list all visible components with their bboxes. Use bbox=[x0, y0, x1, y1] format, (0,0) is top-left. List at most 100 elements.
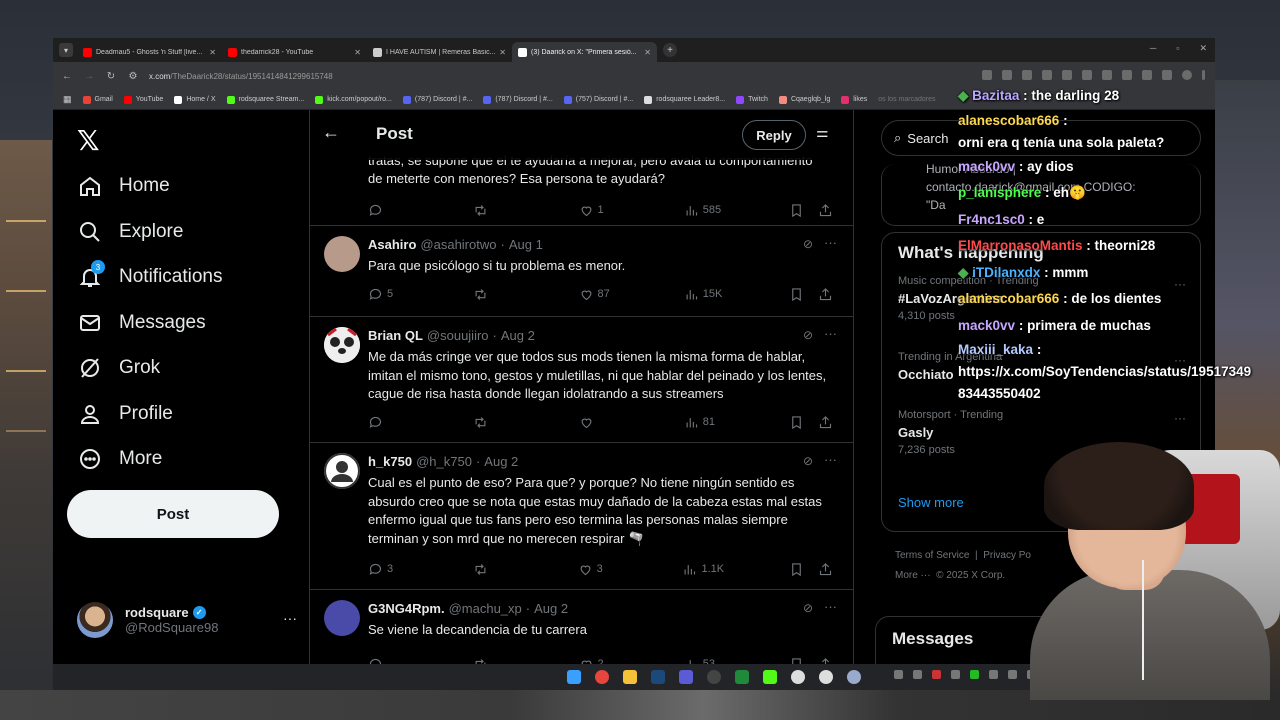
bookmark-item[interactable]: Cqaeglqb_lg bbox=[778, 95, 830, 104]
tweet-date[interactable]: Aug 2 bbox=[534, 601, 568, 616]
repost-button[interactable] bbox=[473, 203, 513, 218]
avatar[interactable] bbox=[324, 600, 360, 636]
browser-tab[interactable]: Deadmau5 - Ghosts 'n Stuff [live... ✕ bbox=[77, 42, 222, 62]
repost-button[interactable] bbox=[473, 287, 513, 302]
reply-button[interactable] bbox=[368, 415, 408, 430]
new-tab-button[interactable]: + bbox=[663, 43, 677, 57]
extension-icon[interactable] bbox=[1122, 70, 1132, 80]
nav-item-profile[interactable]: Profile bbox=[77, 394, 173, 434]
reply-button[interactable]: 5 bbox=[368, 287, 408, 302]
bookmark-item[interactable]: (787) Discord | #... bbox=[402, 95, 472, 104]
post-button[interactable]: Post bbox=[67, 490, 279, 538]
close-tab-icon[interactable]: ✕ bbox=[644, 48, 651, 57]
bookmark-icon[interactable] bbox=[789, 415, 804, 430]
close-tab-icon[interactable]: ✕ bbox=[354, 48, 361, 57]
tweet-date[interactable]: Aug 1 bbox=[509, 237, 543, 252]
like-button[interactable]: 3 bbox=[578, 562, 618, 577]
account-switcher[interactable]: rodsquare ✓ @RodSquare98 ··· bbox=[77, 598, 297, 642]
author-handle[interactable]: @machu_xp bbox=[449, 601, 522, 616]
reply-button[interactable] bbox=[368, 203, 408, 218]
tray-icon[interactable] bbox=[970, 670, 979, 679]
author-handle[interactable]: @souujiiro bbox=[427, 328, 489, 343]
tray-icon[interactable] bbox=[989, 670, 998, 679]
browser-tab[interactable]: (3) Daarick on X: "Primera sesió... ✕ bbox=[512, 42, 657, 62]
author-handle[interactable]: @asahirotwo bbox=[420, 237, 496, 252]
share-icon[interactable] bbox=[818, 203, 833, 218]
app-icon[interactable] bbox=[819, 670, 833, 684]
kick-icon[interactable] bbox=[763, 670, 777, 684]
extension-icon[interactable] bbox=[1002, 70, 1012, 80]
nav-item-messages[interactable]: Messages bbox=[77, 303, 206, 343]
extension-icon[interactable] bbox=[1082, 70, 1092, 80]
trend-item[interactable]: Motorsport · Trending Gasly 7,236 posts bbox=[898, 409, 1003, 456]
like-button[interactable]: 87 bbox=[579, 287, 619, 302]
more-dots-icon[interactable]: ··· bbox=[824, 326, 837, 341]
avatar[interactable] bbox=[324, 327, 360, 363]
author-name[interactable]: h_k750 bbox=[368, 454, 412, 469]
x-logo-icon[interactable]: 𝕏 bbox=[77, 124, 100, 157]
views-stat[interactable]: 81 bbox=[684, 415, 724, 430]
obs-icon[interactable] bbox=[707, 670, 721, 684]
minimize-icon[interactable]: ─ bbox=[1150, 43, 1156, 54]
bookmark-item[interactable]: Gmail bbox=[82, 95, 113, 104]
browser-tab[interactable]: I HAVE AUTISM | Remeras Basic... ✕ bbox=[367, 42, 512, 62]
nav-item-explore[interactable]: Explore bbox=[77, 212, 183, 252]
tray-icon[interactable] bbox=[913, 670, 922, 679]
extension-icon[interactable] bbox=[1042, 70, 1052, 80]
author-name[interactable]: G3NG4Rpm. bbox=[368, 601, 445, 616]
reply-tweet[interactable]: h_k750 @h_k750 · Aug 2 ⊘ ··· Cual es el punto … bbox=[310, 443, 853, 590]
share-icon[interactable] bbox=[818, 562, 833, 577]
footer-more-link[interactable]: More ··· bbox=[895, 570, 931, 581]
extension-icon[interactable] bbox=[1022, 70, 1032, 80]
bookmark-icon[interactable] bbox=[789, 203, 804, 218]
back-nav-icon[interactable]: ← bbox=[59, 71, 75, 82]
bookmark-icon[interactable] bbox=[789, 287, 804, 302]
more-dots-icon[interactable]: ··· bbox=[824, 452, 837, 467]
views-stat[interactable]: 1.1K bbox=[682, 562, 724, 577]
grok-explain-icon[interactable]: ⊘ bbox=[803, 601, 813, 615]
avatar[interactable] bbox=[324, 236, 360, 272]
nav-item-grok[interactable]: Grok bbox=[77, 348, 160, 388]
tray-icon[interactable] bbox=[932, 670, 941, 679]
chrome-icon[interactable] bbox=[595, 670, 609, 684]
bookmark-item[interactable]: YouTube bbox=[123, 95, 163, 104]
close-tab-icon[interactable]: ✕ bbox=[499, 48, 506, 57]
bookmark-item[interactable]: Twitch bbox=[736, 95, 768, 104]
sort-replies-icon[interactable]: ⚌ bbox=[816, 124, 829, 141]
repost-button[interactable] bbox=[473, 562, 513, 577]
reply-button[interactable]: 3 bbox=[368, 562, 408, 577]
share-icon[interactable] bbox=[818, 415, 833, 430]
extension-icon[interactable] bbox=[1142, 70, 1152, 80]
file-explorer-icon[interactable] bbox=[623, 670, 637, 684]
reload-icon[interactable]: ↻ bbox=[103, 71, 119, 82]
bookmark-icon[interactable] bbox=[789, 562, 804, 577]
windows-start-icon[interactable] bbox=[567, 670, 581, 684]
nav-item-home[interactable]: Home bbox=[77, 166, 170, 206]
close-window-icon[interactable]: ✕ bbox=[1199, 43, 1207, 54]
site-info-icon[interactable]: ⚙ bbox=[125, 71, 141, 82]
reply-tweet[interactable]: Brian QL @souujiiro · Aug 2 ⊘ ··· Me da más cr… bbox=[310, 317, 853, 443]
views-stat[interactable]: 585 bbox=[684, 203, 724, 218]
tray-icon[interactable] bbox=[894, 670, 903, 679]
bookmark-item[interactable]: (757) Discord | #... bbox=[563, 95, 633, 104]
reply-button[interactable]: Reply bbox=[742, 120, 806, 150]
partial-reply[interactable]: tratas, se supone que el te ayudaría a m… bbox=[310, 153, 853, 226]
tab-search-icon[interactable]: ▾ bbox=[59, 43, 73, 57]
extension-icon[interactable] bbox=[1062, 70, 1072, 80]
author-name[interactable]: Asahiro bbox=[368, 237, 416, 252]
tray-icon[interactable] bbox=[951, 670, 960, 679]
repost-button[interactable] bbox=[473, 415, 513, 430]
browser-tab[interactable]: thedarrick28 - YouTube ✕ bbox=[222, 42, 367, 62]
more-dots-icon[interactable]: ··· bbox=[1174, 411, 1186, 425]
author-handle[interactable]: @h_k750 bbox=[416, 454, 472, 469]
grok-explain-icon[interactable]: ⊘ bbox=[803, 328, 813, 342]
bookmark-item[interactable]: rodsquaree Stream... bbox=[226, 95, 304, 104]
maximize-icon[interactable]: ▫ bbox=[1176, 43, 1179, 54]
tweet-date[interactable]: Aug 2 bbox=[484, 454, 518, 469]
app-icon[interactable] bbox=[791, 670, 805, 684]
back-arrow-icon[interactable]: ← bbox=[322, 122, 340, 143]
more-dots-icon[interactable]: ··· bbox=[824, 599, 837, 614]
show-more-link[interactable]: Show more bbox=[898, 495, 964, 510]
views-stat[interactable]: 15K bbox=[684, 287, 724, 302]
bookmark-item[interactable]: rodsquaree Leader8... bbox=[644, 95, 725, 104]
